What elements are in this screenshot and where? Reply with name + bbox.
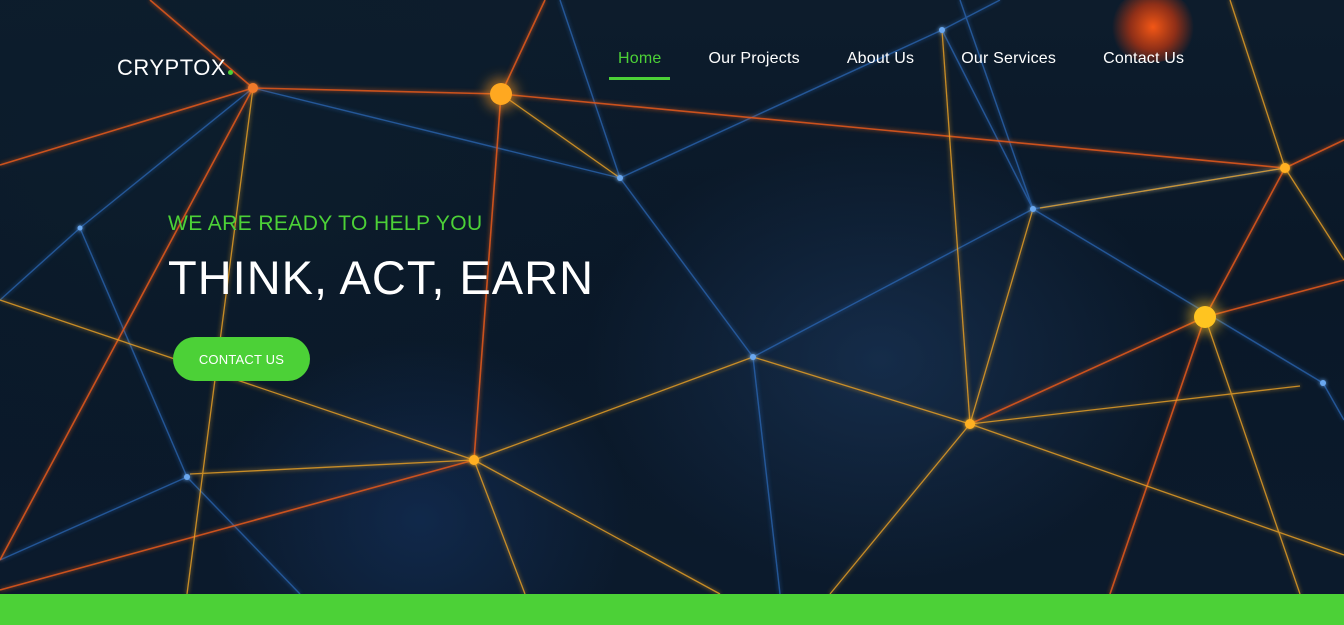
- nav-item-home[interactable]: Home: [608, 48, 672, 80]
- hero-text-block: WE ARE READY TO HELP YOU THINK, ACT, EAR…: [168, 212, 594, 305]
- main-nav: Home Our Projects About Us Our Services …: [608, 48, 1184, 80]
- nav-item-our-projects[interactable]: Our Projects: [708, 48, 799, 80]
- hero-tagline: WE ARE READY TO HELP YOU: [168, 212, 483, 235]
- nav-item-contact-us[interactable]: Contact Us: [1103, 48, 1184, 80]
- brand-name: CRYPTOX: [117, 55, 227, 80]
- contact-us-button[interactable]: CONTACT US: [173, 337, 310, 381]
- hero-headline: THINK, ACT, EARN: [168, 251, 595, 304]
- bottom-accent-bar: [0, 594, 1344, 625]
- nav-item-our-services[interactable]: Our Services: [961, 48, 1056, 80]
- brand-dot-icon: [228, 70, 234, 75]
- nav-item-about-us[interactable]: About Us: [847, 48, 914, 80]
- brand-logo[interactable]: CRYPTOX: [117, 55, 234, 81]
